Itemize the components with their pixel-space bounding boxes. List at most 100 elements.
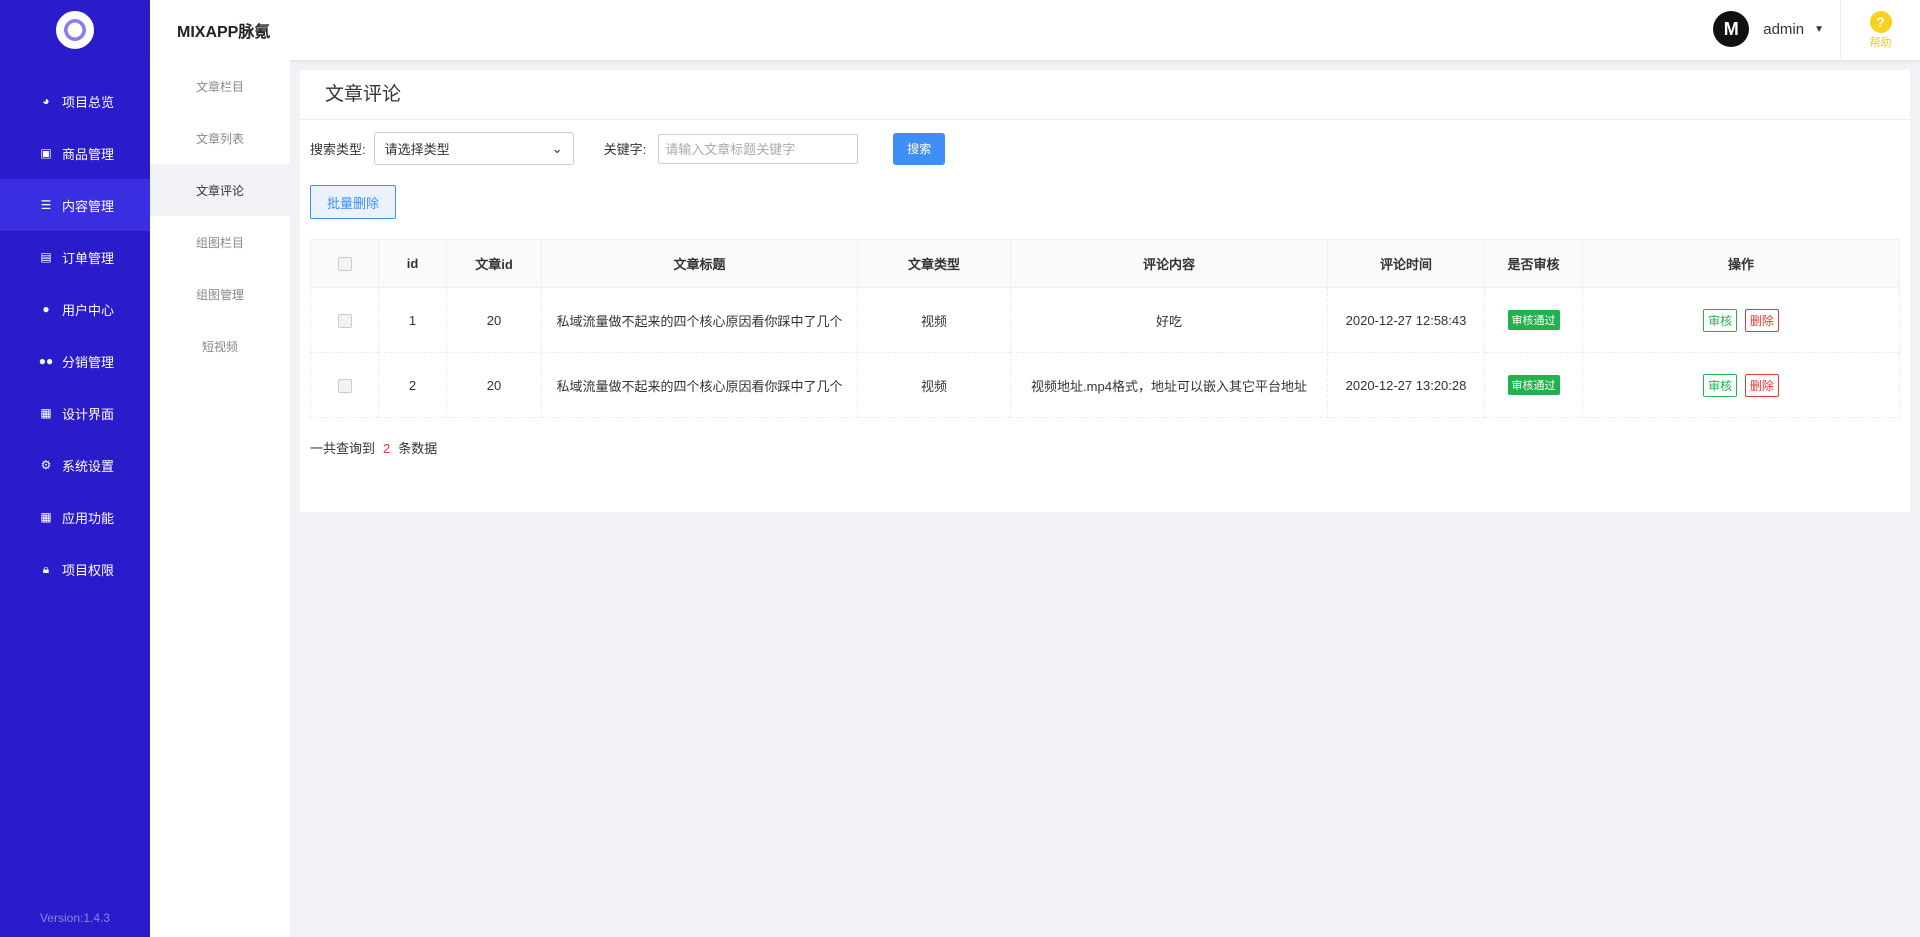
question-icon: ? [1869,10,1892,33]
status-badge: 审核通过 [1507,310,1560,330]
sidebar-item-orders[interactable]: ▤ 订单管理 [0,231,150,283]
sidebar-item-distribution[interactable]: ●● 分销管理 [0,335,150,387]
cell-id: 2 [378,352,447,418]
keyword-input[interactable]: 请输入文章标题关键字 [658,133,859,164]
grid-icon: ▦ [40,510,52,524]
gear-icon: ⚙ [40,458,52,472]
user-icon: ● [42,302,50,316]
column-header: 评论内容 [1010,239,1328,288]
subnav-item-article-comments[interactable]: 文章评论 [150,164,290,216]
help-button[interactable]: ? 帮助 [1840,0,1920,60]
content-card: 文章评论 搜索类型: 请选择类型 ⌄ 关键字: 请输入文章标题关键字 搜索 批量… [300,70,1910,512]
shopping-bag-icon: ▣ [40,146,52,160]
sidebar-item-settings[interactable]: ⚙ 系统设置 [0,439,150,491]
column-header: 是否审核 [1484,239,1583,288]
row-checkbox[interactable] [337,378,352,393]
cell-content: 视频地址.mp4格式，地址可以嵌入其它平台地址 [1010,352,1328,418]
users-icon: ●● [38,354,54,368]
chevron-down-icon: ⌄ [551,140,563,156]
summary-prefix: 一共查询到 [310,441,376,456]
subnav-item-article-columns[interactable]: 文章栏目 [150,60,290,112]
search-type-label: 搜索类型: [310,142,366,157]
status-badge: 审核通过 [1507,375,1560,395]
row-select-cell [310,352,379,418]
result-count: 2 [383,441,391,456]
filter-bar: 搜索类型: 请选择类型 ⌄ 关键字: 请输入文章标题关键字 搜索 [310,132,946,165]
username[interactable]: admin [1763,21,1804,38]
subnav-item-short-video[interactable]: 短视频 [150,320,290,372]
subnav-item-article-list[interactable]: 文章列表 [150,112,290,164]
sidebar-item-overview[interactable]: ◕ 项目总览 [0,75,150,127]
result-summary: 一共查询到 2 条数据 [310,438,437,457]
page-title: 文章评论 [300,70,1910,120]
subnav-item-gallery-columns[interactable]: 组图栏目 [150,216,290,268]
main-sidebar: ◕ 项目总览 ▣ 商品管理 ☰ 内容管理 ▤ 订单管理 ● 用户中心 ●● 分销… [0,0,150,937]
table-header-row: id 文章id 文章标题 文章类型 评论内容 评论时间 是否审核 操作 [310,239,1900,288]
logo-area [0,0,150,60]
sidebar-item-label: 商品管理 [62,146,115,162]
table-row: 2 20 私域流量做不起来的四个核心原因看你踩中了几个 视频 视频地址.mp4格… [310,352,1900,418]
help-label: 帮助 [1869,36,1892,49]
subnav-item-gallery-manage[interactable]: 组图管理 [150,268,290,320]
sidebar-item-products[interactable]: ▣ 商品管理 [0,127,150,179]
caret-down-icon[interactable]: ▼ [1814,24,1824,35]
sidebar-menu: ◕ 项目总览 ▣ 商品管理 ☰ 内容管理 ▤ 订单管理 ● 用户中心 ●● 分销… [0,75,150,595]
sidebar-item-label: 设计界面 [62,406,115,422]
cell-type: 视频 [857,352,1011,418]
sidebar-item-label: 分销管理 [62,354,115,370]
column-header: id [378,239,447,288]
cell-actions: 审核 删除 [1582,352,1900,418]
delete-button[interactable]: 删除 [1744,373,1779,397]
row-checkbox[interactable] [337,313,352,328]
layout-icon: ▦ [40,406,52,420]
pie-chart-icon: ◕ [42,94,50,108]
review-button[interactable]: 审核 [1703,373,1738,397]
cell-time: 2020-12-27 13:20:28 [1327,352,1485,418]
sidebar-item-apps[interactable]: ▦ 应用功能 [0,491,150,543]
search-button[interactable]: 搜索 [893,132,946,165]
column-header: 评论时间 [1327,239,1485,288]
sidebar-item-label: 订单管理 [62,250,115,266]
top-header: MIXAPP脉氪 M admin ▼ ? 帮助 [150,0,1920,60]
clipboard-icon: ▤ [40,250,52,264]
avatar[interactable]: M [1713,11,1750,47]
sub-navigation: 文章栏目 文章列表 文章评论 组图栏目 组图管理 短视频 [150,60,290,937]
sidebar-item-permissions[interactable]: 🔒︎ 项目权限 [0,543,150,595]
column-header: 文章类型 [857,239,1011,288]
sidebar-item-label: 用户中心 [62,302,115,318]
sidebar-item-label: 项目总览 [62,94,115,110]
column-header: 文章id [446,239,542,288]
row-select-cell [310,287,379,353]
cell-article-id: 20 [446,352,542,418]
search-type-select[interactable]: 请选择类型 ⌄ [373,132,574,165]
batch-delete-button[interactable]: 批量删除 [310,185,396,219]
cell-actions: 审核 删除 [1582,287,1900,353]
cell-status: 审核通过 [1484,287,1583,353]
table-row: 1 20 私域流量做不起来的四个核心原因看你踩中了几个 视频 好吃 2020-1… [310,287,1900,353]
brand-title: MIXAPP脉氪 [177,24,271,41]
sidebar-item-label: 应用功能 [62,510,115,526]
sidebar-item-label: 项目权限 [62,562,115,578]
review-button[interactable]: 审核 [1703,308,1738,332]
sidebar-item-label: 系统设置 [62,458,115,474]
select-all-checkbox[interactable] [337,257,352,272]
cell-title: 私域流量做不起来的四个核心原因看你踩中了几个 [541,287,858,353]
cell-content: 好吃 [1010,287,1328,353]
cell-status: 审核通过 [1484,352,1583,418]
app-logo[interactable] [56,11,94,49]
sidebar-item-label: 内容管理 [62,198,115,214]
sidebar-item-content[interactable]: ☰ 内容管理 [0,179,150,231]
cell-title: 私域流量做不起来的四个核心原因看你踩中了几个 [541,352,858,418]
sidebar-item-design[interactable]: ▦ 设计界面 [0,387,150,439]
column-header: 文章标题 [541,239,858,288]
keyword-label: 关键字: [603,142,647,157]
user-menu[interactable]: M admin ▼ [1713,11,1824,47]
column-header: 操作 [1582,239,1900,288]
version-label: Version:1.4.3 [39,911,111,925]
cell-id: 1 [378,287,447,353]
sidebar-item-users[interactable]: ● 用户中心 [0,283,150,335]
cell-article-id: 20 [446,287,542,353]
select-all-cell [310,239,379,288]
delete-button[interactable]: 删除 [1744,308,1779,332]
comments-table: id 文章id 文章标题 文章类型 评论内容 评论时间 是否审核 操作 1 20… [310,239,1900,418]
